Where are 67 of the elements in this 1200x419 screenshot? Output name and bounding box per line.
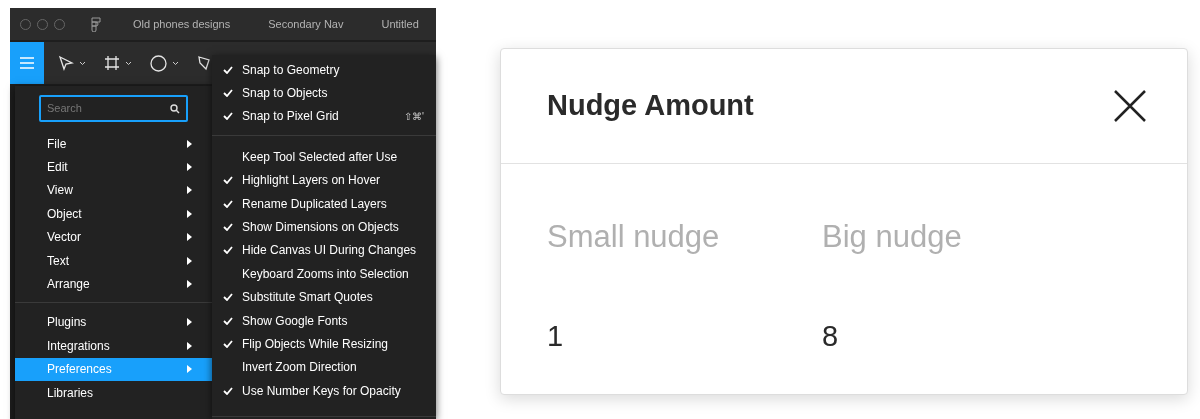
- submenu-arrow-icon: [187, 341, 192, 350]
- frame-icon: [104, 55, 120, 71]
- menu-icon: [19, 56, 35, 70]
- logo-icon: [91, 16, 101, 32]
- submenu-arrow-icon: [187, 256, 192, 265]
- checkmark-icon: [223, 65, 233, 74]
- submenu-arrow-icon: [187, 233, 192, 242]
- checkmark-icon: [223, 176, 233, 185]
- search-icon: [170, 103, 180, 114]
- checkmark-icon: [223, 89, 233, 98]
- menu-item[interactable]: Vector: [15, 225, 212, 249]
- menu-item[interactable]: Use Number Keys for Opacity: [212, 379, 436, 403]
- menu-item[interactable]: View: [15, 178, 212, 203]
- menu-item[interactable]: Snap to Objects: [212, 81, 436, 105]
- ellipse-icon: [150, 54, 167, 72]
- shortcut-text: ⇧⌘': [404, 109, 424, 124]
- close-button[interactable]: [1113, 89, 1147, 123]
- field-value[interactable]: 1: [547, 314, 822, 358]
- menu-item[interactable]: Keep Tool Selected after Use: [212, 145, 436, 169]
- caret-icon: [79, 60, 86, 66]
- menu-item[interactable]: Show Google Fonts: [212, 308, 436, 333]
- menu-item[interactable]: Keyboard Zooms into Selection: [212, 262, 436, 286]
- checkmark-icon: [223, 199, 233, 208]
- submenu-arrow-icon: [187, 365, 192, 374]
- menu-item[interactable]: File: [15, 132, 212, 156]
- checkmark-icon: [223, 340, 233, 348]
- checkmark-icon: [223, 223, 233, 232]
- menu-item[interactable]: Arrange: [15, 272, 212, 296]
- submenu-arrow-icon: [187, 280, 192, 289]
- checkmark-icon: [223, 112, 233, 121]
- menu-item[interactable]: Edit: [15, 155, 212, 179]
- menu-item[interactable]: Object: [15, 202, 212, 226]
- checkmark-icon: [223, 386, 233, 395]
- menu-item[interactable]: Plugins: [15, 310, 212, 335]
- menu-item[interactable]: Flip Objects While Resizing: [212, 332, 436, 356]
- caret-icon: [125, 60, 132, 66]
- submenu-arrow-icon: [187, 186, 192, 195]
- menu-item[interactable]: Text: [15, 248, 212, 273]
- submenu-arrow-icon: [187, 139, 192, 148]
- menu-item[interactable]: Snap to Pixel Grid ⇧⌘': [212, 104, 436, 129]
- file-tab[interactable]: Old phones designs: [133, 15, 231, 33]
- menu-item[interactable]: Rename Duplicated Layers: [212, 191, 436, 216]
- menu-item[interactable]: Invert Zoom Direction: [212, 355, 436, 380]
- menu-item[interactable]: Snap to Geometry: [212, 58, 436, 82]
- menu-item[interactable]: Hide Canvas UI During Changes: [212, 238, 436, 263]
- pointer-icon: [58, 55, 74, 71]
- submenu-arrow-icon: [187, 163, 192, 172]
- file-tab[interactable]: Untitled: [381, 15, 419, 33]
- checkmark-icon: [223, 293, 233, 302]
- checkmark-icon: [223, 316, 233, 325]
- submenu-arrow-icon: [187, 318, 192, 327]
- menu-item[interactable]: Libraries: [15, 380, 212, 405]
- field-label: Big nudge: [822, 218, 963, 256]
- field-label: Small nudge: [547, 218, 721, 256]
- menu-item[interactable]: Integrations: [15, 334, 212, 358]
- search-field[interactable]: Search: [39, 95, 188, 122]
- caret-icon: [172, 60, 179, 66]
- dialog-title: Nudge Amount: [547, 88, 754, 124]
- search-input[interactable]: Search: [47, 100, 157, 117]
- submenu-arrow-icon: [187, 209, 192, 218]
- checkmark-icon: [223, 246, 233, 255]
- menu-item[interactable]: Highlight Layers on Hover: [212, 168, 436, 192]
- menu-item[interactable]: Substitute Smart Quotes: [212, 285, 436, 309]
- file-tab[interactable]: Secondary Nav: [268, 15, 344, 33]
- field-value[interactable]: 8: [822, 314, 1097, 358]
- close-icon: [1114, 90, 1146, 122]
- menu-item[interactable]: Show Dimensions on Objects: [212, 215, 436, 239]
